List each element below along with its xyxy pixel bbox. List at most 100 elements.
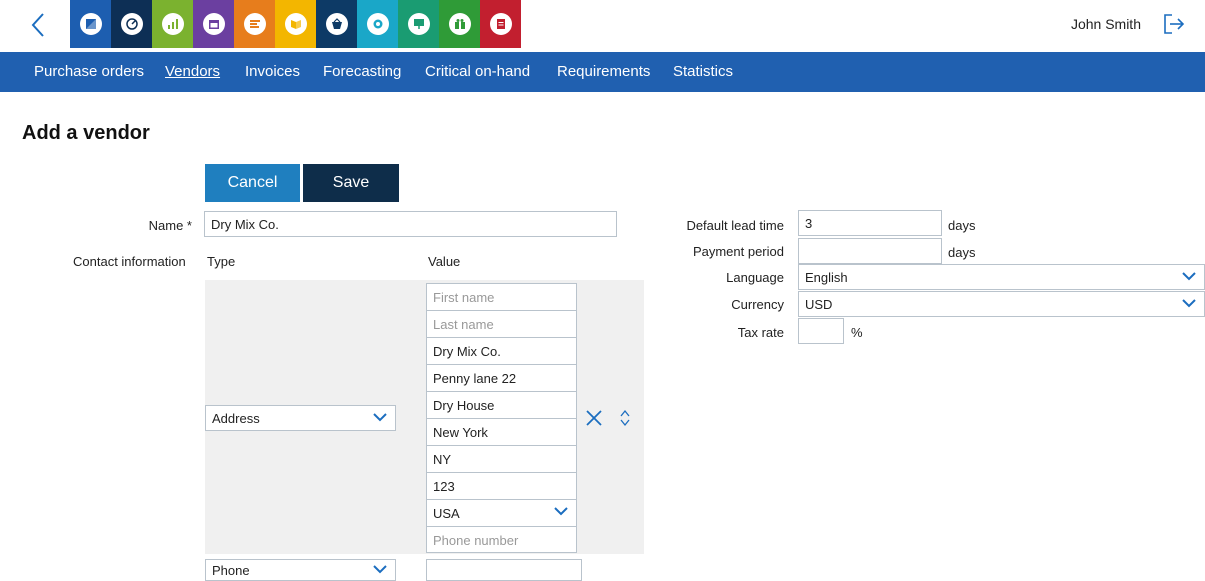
name-label: Name * bbox=[148, 218, 192, 233]
app-tile-1[interactable] bbox=[70, 0, 111, 48]
payment-period-unit: days bbox=[948, 245, 976, 260]
tax-rate-unit: % bbox=[851, 325, 863, 340]
page-title: Add a vendor bbox=[22, 122, 150, 144]
app-badge bbox=[284, 13, 307, 35]
back-icon[interactable] bbox=[30, 12, 54, 40]
app-tile-6[interactable] bbox=[275, 0, 316, 48]
app-tile-11[interactable] bbox=[480, 0, 521, 48]
country-select[interactable]: USA bbox=[426, 499, 577, 526]
payment-period-label: Payment period bbox=[692, 244, 784, 259]
language-value: English bbox=[805, 270, 848, 285]
gear-icon bbox=[373, 19, 382, 29]
currency-label: Currency bbox=[731, 297, 784, 312]
address-field-text: Last name bbox=[433, 317, 494, 332]
cancel-button[interactable]: Cancel bbox=[205, 164, 300, 202]
app-badge bbox=[325, 13, 348, 35]
gift-icon bbox=[454, 19, 465, 29]
remove-contact-icon[interactable] bbox=[585, 409, 603, 427]
dashboard-icon bbox=[125, 18, 138, 30]
address-field-1[interactable]: First name bbox=[426, 283, 577, 310]
currency-value: USD bbox=[805, 297, 833, 312]
nav-invoices[interactable]: Invoices bbox=[245, 63, 300, 80]
calendar-icon bbox=[208, 20, 219, 29]
lead-time-input[interactable]: 3 bbox=[798, 210, 942, 236]
app-tile-4[interactable] bbox=[193, 0, 234, 48]
payment-period-input[interactable] bbox=[798, 238, 942, 264]
address-field-6[interactable]: New York bbox=[426, 418, 577, 445]
basket-icon bbox=[331, 18, 342, 29]
app-tile-10[interactable] bbox=[439, 0, 480, 48]
chevron-down-icon bbox=[1182, 272, 1196, 281]
app-badge bbox=[407, 13, 430, 35]
app-badge bbox=[120, 13, 143, 35]
tax-rate-input[interactable] bbox=[798, 318, 844, 344]
address-field-8[interactable]: 123 bbox=[426, 472, 577, 499]
user-name[interactable]: John Smith bbox=[1071, 16, 1141, 32]
nav-requirements[interactable]: Requirements bbox=[557, 63, 650, 80]
app-badge bbox=[79, 13, 102, 35]
address-field-text: Penny lane 22 bbox=[433, 371, 517, 386]
address-field-text: Dry Mix Co. bbox=[433, 344, 501, 359]
nav-purchase-orders[interactable]: Purchase orders bbox=[34, 63, 144, 80]
currency-select[interactable]: USD bbox=[798, 291, 1205, 317]
address-field-text: New York bbox=[433, 425, 488, 440]
address-type-value: Address bbox=[212, 411, 260, 426]
chevron-down-icon bbox=[1182, 299, 1196, 308]
app-badge bbox=[448, 13, 471, 35]
nav-statistics[interactable]: Statistics bbox=[673, 63, 733, 80]
app-tile-9[interactable] bbox=[398, 0, 439, 48]
app-tile-5[interactable] bbox=[234, 0, 275, 48]
address-field-2[interactable]: Last name bbox=[426, 310, 577, 337]
app-badge bbox=[489, 13, 512, 35]
address-field-7[interactable]: NY bbox=[426, 445, 577, 472]
chevron-down-icon bbox=[554, 507, 568, 516]
nav-forecasting[interactable]: Forecasting bbox=[323, 63, 401, 80]
address-field-4[interactable]: Penny lane 22 bbox=[426, 364, 577, 391]
reorder-icon[interactable] bbox=[620, 408, 630, 428]
book-icon bbox=[290, 20, 301, 29]
presentation-icon bbox=[413, 19, 424, 29]
app-badge bbox=[366, 13, 389, 35]
compass-icon bbox=[85, 19, 96, 29]
address-fields: First name Last name Dry Mix Co. Penny lane… bbox=[426, 283, 577, 553]
app-badge bbox=[243, 13, 266, 35]
app-tile-7[interactable] bbox=[316, 0, 357, 48]
address-field-text: USA bbox=[433, 506, 460, 521]
address-field-text: 123 bbox=[433, 479, 455, 494]
app-tile-8[interactable] bbox=[357, 0, 398, 48]
save-button[interactable]: Save bbox=[303, 164, 399, 202]
app-tile-2[interactable] bbox=[111, 0, 152, 48]
chevron-down-icon bbox=[373, 413, 387, 422]
address-field-3[interactable]: Dry Mix Co. bbox=[426, 337, 577, 364]
bar-chart-icon bbox=[167, 19, 178, 29]
address-field-5[interactable]: Dry House bbox=[426, 391, 577, 418]
nav-vendors[interactable]: Vendors bbox=[165, 63, 220, 80]
value-header: Value bbox=[428, 254, 461, 269]
type-header: Type bbox=[207, 254, 236, 269]
tax-rate-label: Tax rate bbox=[737, 325, 784, 340]
logout-icon[interactable] bbox=[1163, 13, 1185, 35]
lead-time-unit: days bbox=[948, 218, 976, 233]
app-tile-3[interactable] bbox=[152, 0, 193, 48]
vendor-name-input[interactable]: Dry Mix Co. bbox=[204, 211, 617, 237]
chevron-down-icon bbox=[373, 565, 387, 574]
app-badge bbox=[202, 13, 225, 35]
address-field-text: NY bbox=[433, 452, 452, 467]
main-nav: Purchase orders Vendors Invoices Forecas… bbox=[0, 52, 1205, 92]
contact-info-label: Contact information bbox=[73, 254, 186, 269]
document-icon bbox=[496, 19, 505, 29]
address-field-text: Phone number bbox=[433, 533, 519, 548]
address-field-text: Dry House bbox=[433, 398, 495, 413]
phone-type-select[interactable]: Phone bbox=[205, 559, 396, 581]
app-switcher bbox=[70, 0, 521, 48]
address-field-text: First name bbox=[433, 290, 495, 305]
language-label: Language bbox=[726, 270, 784, 285]
top-bar: John Smith bbox=[0, 0, 1205, 52]
address-field-10[interactable]: Phone number bbox=[426, 526, 577, 553]
app-badge bbox=[161, 13, 184, 35]
list-icon bbox=[249, 20, 260, 28]
nav-critical-on-hand[interactable]: Critical on-hand bbox=[425, 63, 530, 80]
phone-value-input[interactable] bbox=[426, 559, 582, 581]
language-select[interactable]: English bbox=[798, 264, 1205, 290]
address-type-select[interactable]: Address bbox=[205, 405, 396, 431]
